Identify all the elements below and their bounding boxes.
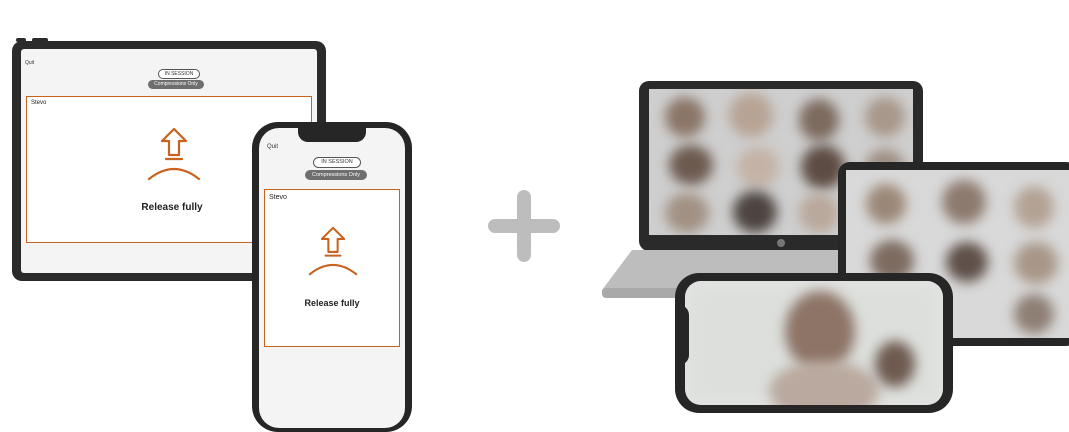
phone-device: Quit IN SESSION Compressions Only Stevo … — [252, 122, 412, 432]
participant-name: Stevo — [31, 100, 47, 106]
instruction-text: Release fully — [304, 298, 360, 308]
quit-button[interactable]: Quit — [267, 144, 278, 150]
arrow-up-icon — [147, 127, 201, 181]
plus-icon-bar — [488, 219, 560, 233]
phone-notch — [675, 305, 689, 365]
laptop-camera — [777, 239, 785, 247]
mode-badge: Compressions Only — [305, 170, 367, 180]
participant-name: Stevo — [269, 194, 287, 201]
phone-notch — [298, 128, 366, 142]
participant-panel: Stevo Release fully — [264, 189, 400, 347]
mode-badge: Compressions Only — [148, 80, 204, 89]
phone-landscape-device — [675, 273, 953, 413]
phone-screen: Quit IN SESSION Compressions Only Stevo … — [259, 128, 405, 428]
arrow-up-icon — [308, 226, 358, 276]
quit-button[interactable]: Quit — [25, 60, 34, 66]
video-call-screen — [685, 281, 943, 405]
session-status-badge: IN SESSION — [313, 157, 361, 168]
tablet-button — [32, 38, 48, 42]
tablet-button — [16, 38, 26, 42]
session-status-badge: IN SESSION — [158, 69, 200, 79]
instruction-text: Release fully — [141, 202, 203, 213]
